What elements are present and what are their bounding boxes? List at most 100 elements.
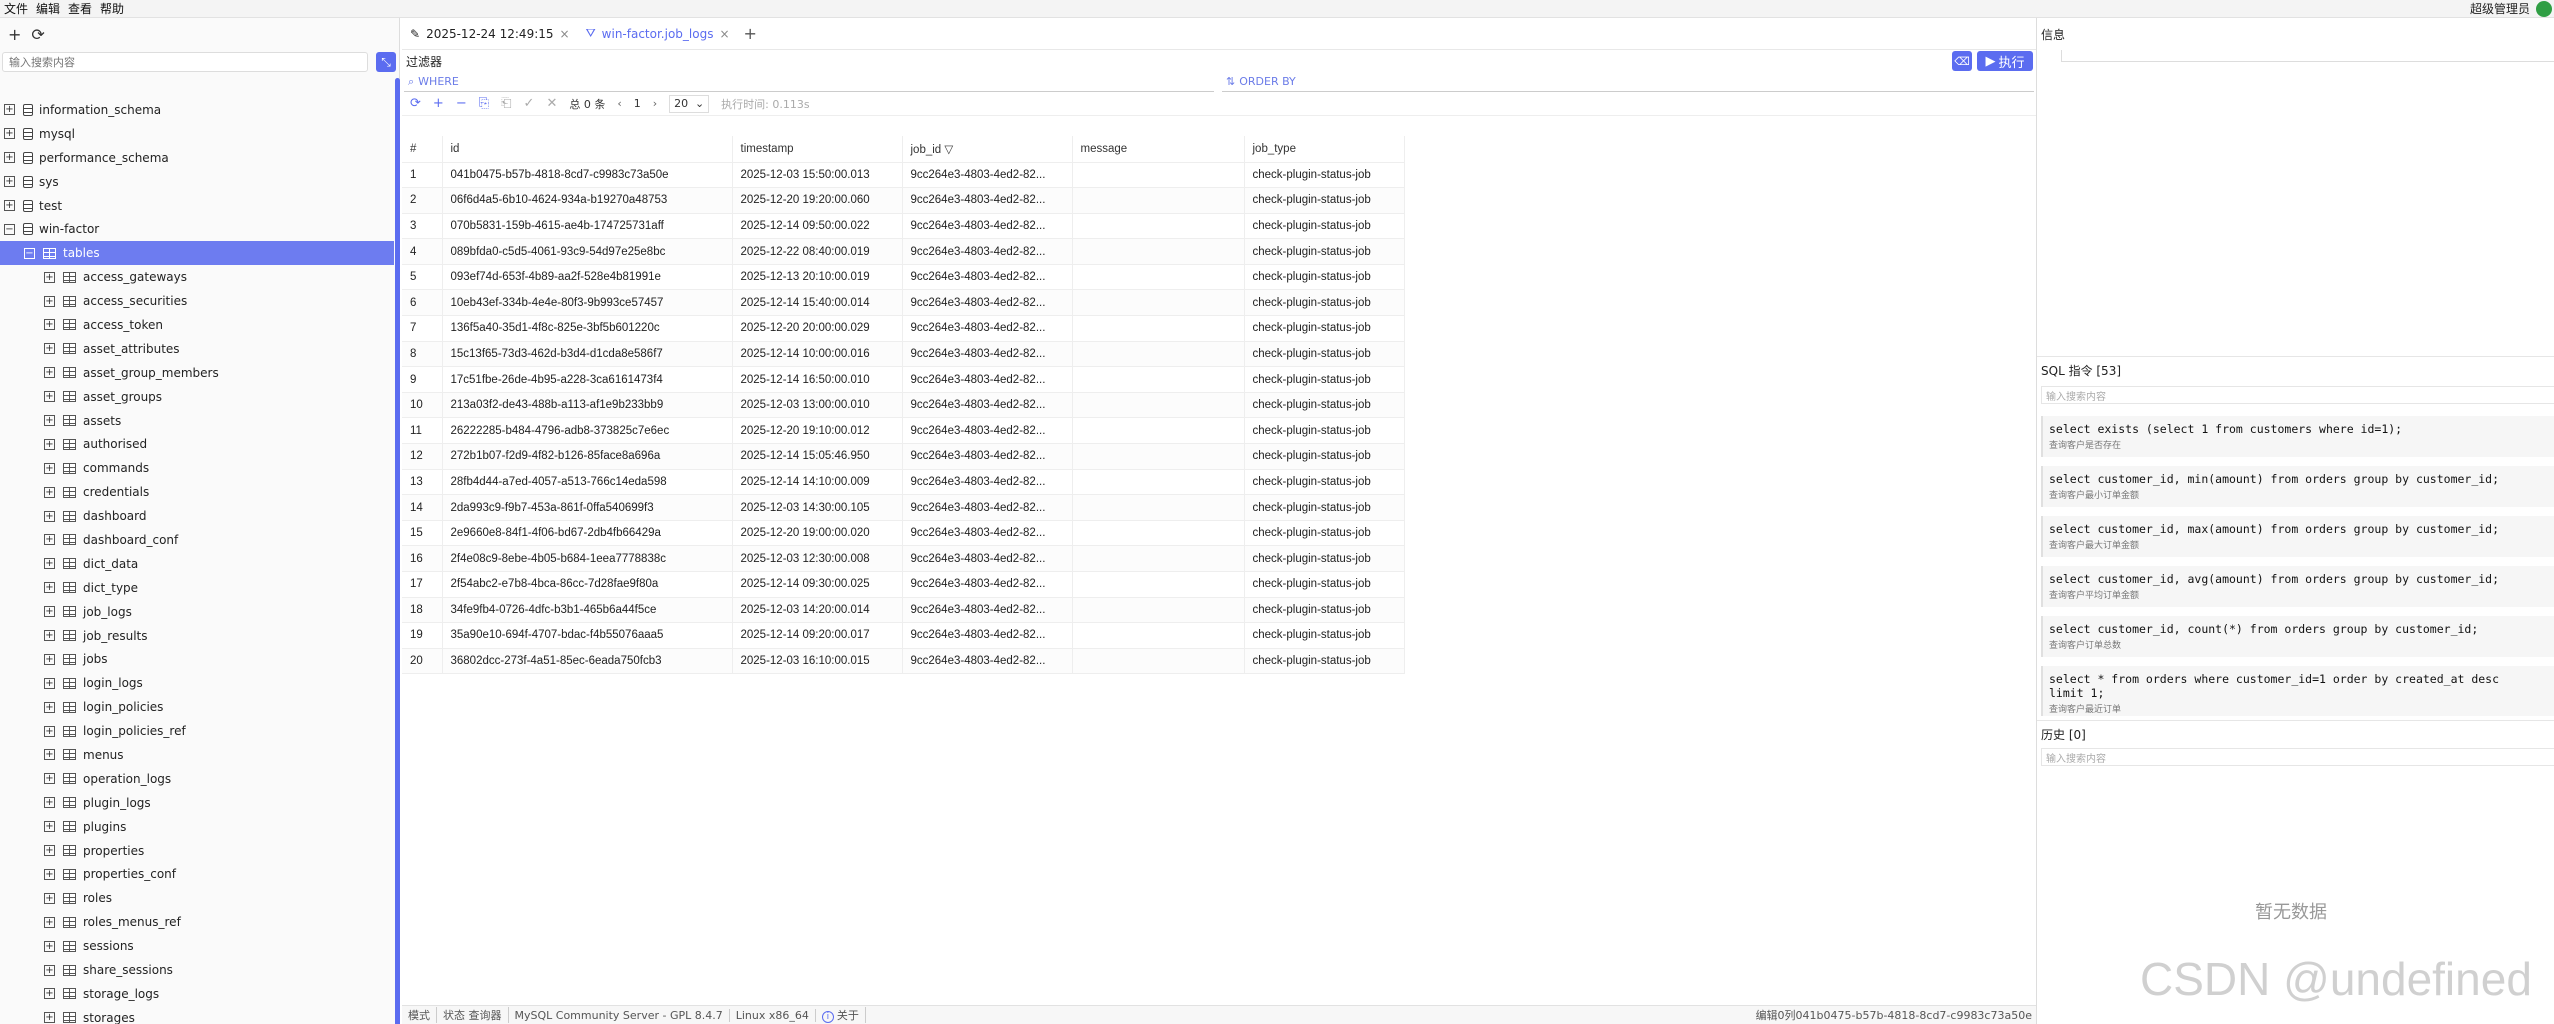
tree-scrollbar[interactable] xyxy=(395,78,400,1024)
delete-row-icon[interactable]: − xyxy=(456,96,467,111)
table-row[interactable]: 3 070b5831-159b-4615-ae4b-174725731aff 202… xyxy=(402,213,1405,240)
expand-icon[interactable]: + xyxy=(4,200,15,211)
expand-icon[interactable]: + xyxy=(44,438,55,450)
table-cell[interactable]: 2025-12-03 16:10:00.015 xyxy=(732,648,903,675)
expand-icon[interactable]: + xyxy=(44,773,55,785)
tree-node[interactable]: + job_logs xyxy=(0,600,394,624)
tree-node[interactable]: + dashboard xyxy=(0,504,394,528)
table-cell[interactable]: 9cc264e3-4803-4ed2-82... xyxy=(902,520,1073,547)
add-icon[interactable]: + xyxy=(8,25,21,44)
table-cell[interactable]: 2025-12-14 10:00:00.016 xyxy=(732,341,903,368)
table-cell[interactable]: 9 xyxy=(402,366,443,393)
expand-icon[interactable]: + xyxy=(44,462,55,474)
expand-icon[interactable]: + xyxy=(44,701,55,713)
table-cell[interactable]: 9cc264e3-4803-4ed2-82... xyxy=(902,469,1073,496)
table-cell[interactable]: 35a90e10-694f-4707-bdac-f4b55076aaa5 xyxy=(442,622,733,649)
tree-node[interactable]: + dict_data xyxy=(0,552,394,576)
table-cell[interactable]: check-plugin-status-job xyxy=(1244,162,1405,189)
table-cell[interactable]: 10 xyxy=(402,392,443,419)
table-row[interactable]: 16 2f4e08c9-8ebe-4b05-b684-1eea7778838c 20… xyxy=(402,545,1405,572)
tree-node[interactable]: + assets xyxy=(0,409,394,433)
user-name[interactable]: 超级管理员 xyxy=(2470,0,2530,17)
paste-icon[interactable]: ⎗ xyxy=(501,96,511,111)
table-cell[interactable] xyxy=(1072,238,1245,265)
table-cell[interactable]: check-plugin-status-job xyxy=(1244,622,1405,649)
expand-icon[interactable]: + xyxy=(44,797,55,809)
table-cell[interactable]: 2025-12-14 09:50:00.022 xyxy=(732,213,903,240)
status-mode[interactable]: 模式 xyxy=(402,1007,437,1023)
table-cell[interactable]: check-plugin-status-job xyxy=(1244,264,1405,291)
expand-icon[interactable]: + xyxy=(44,725,55,737)
table-cell[interactable]: 9cc264e3-4803-4ed2-82... xyxy=(902,315,1073,342)
tree-node[interactable]: + login_policies_ref xyxy=(0,719,394,743)
table-cell[interactable] xyxy=(1072,315,1245,342)
tree-node[interactable]: + login_policies xyxy=(0,695,394,719)
collapse-icon[interactable]: − xyxy=(4,223,15,235)
column-header[interactable]: # xyxy=(402,136,443,163)
column-header[interactable]: job_type xyxy=(1244,136,1405,163)
expand-icon[interactable]: + xyxy=(44,534,55,546)
table-cell[interactable]: 36802dcc-273f-4a51-85ec-6eada750fcb3 xyxy=(442,648,733,675)
menu-view[interactable]: 查看 xyxy=(64,0,96,17)
tree-node[interactable]: + access_token xyxy=(0,313,394,337)
table-cell[interactable]: check-plugin-status-job xyxy=(1244,238,1405,265)
menu-file[interactable]: 文件 xyxy=(0,0,32,17)
cancel-icon[interactable]: ✕ xyxy=(546,96,557,111)
table-cell[interactable] xyxy=(1072,417,1245,445)
table-cell[interactable] xyxy=(1072,571,1245,598)
table-cell[interactable]: 11 xyxy=(402,417,443,445)
table-cell[interactable] xyxy=(1072,443,1245,470)
tree-node[interactable]: + sys xyxy=(0,170,394,194)
tree-node[interactable]: + job_results xyxy=(0,624,394,648)
tree-node[interactable]: + operation_logs xyxy=(0,767,394,791)
table-cell[interactable]: 2f4e08c9-8ebe-4b05-b684-1eea7778838c xyxy=(442,545,733,572)
table-row[interactable]: 6 10eb43ef-334b-4e4e-80f3-9b993ce57457 202… xyxy=(402,289,1405,317)
menu-edit[interactable]: 编辑 xyxy=(32,0,64,17)
table-cell[interactable]: 17 xyxy=(402,571,443,598)
expand-icon[interactable]: + xyxy=(4,176,15,188)
tree-node[interactable]: + plugin_logs xyxy=(0,791,394,815)
table-cell[interactable]: 2025-12-03 14:20:00.014 xyxy=(732,597,903,624)
table-cell[interactable] xyxy=(1072,622,1245,649)
table-row[interactable]: 19 35a90e10-694f-4707-bdac-f4b55076aaa5 20… xyxy=(402,622,1405,649)
collapse-icon[interactable]: − xyxy=(24,247,35,259)
sql-item[interactable]: select * from orders where customer_id=1… xyxy=(2041,666,2554,716)
table-cell[interactable]: check-plugin-status-job xyxy=(1244,187,1405,214)
expand-icon[interactable]: + xyxy=(44,486,55,498)
table-cell[interactable]: 070b5831-159b-4615-ae4b-174725731aff xyxy=(442,213,733,240)
status-about[interactable]: i 关于 xyxy=(816,1007,866,1023)
expand-icon[interactable]: + xyxy=(44,1012,55,1024)
table-cell[interactable]: 9cc264e3-4803-4ed2-82... xyxy=(902,289,1073,317)
page-size-select[interactable]: 20 ⌄ xyxy=(669,94,710,113)
expand-icon[interactable]: + xyxy=(44,892,55,904)
table-cell[interactable]: 9cc264e3-4803-4ed2-82... xyxy=(902,238,1073,265)
table-cell[interactable]: 5 xyxy=(402,264,443,291)
filter-icon[interactable]: ▽ xyxy=(944,144,953,156)
table-cell[interactable]: 2025-12-14 09:30:00.025 xyxy=(732,571,903,598)
table-cell[interactable]: 2025-12-20 19:20:00.060 xyxy=(732,187,903,214)
table-cell[interactable]: 13 xyxy=(402,469,443,496)
table-cell[interactable]: 10eb43ef-334b-4e4e-80f3-9b993ce57457 xyxy=(442,289,733,317)
column-header[interactable]: message xyxy=(1072,136,1245,163)
table-cell[interactable]: 2025-12-03 14:30:00.105 xyxy=(732,494,903,521)
expand-icon[interactable]: + xyxy=(44,295,55,307)
collapse-all-icon[interactable]: ⤡ xyxy=(376,52,396,72)
table-cell[interactable]: 4 xyxy=(402,238,443,265)
tree-node[interactable]: + storage_logs xyxy=(0,982,394,1006)
table-row[interactable]: 17 2f54abc2-e7b8-4bca-86cc-7d28fae9f80a 20… xyxy=(402,571,1405,598)
table-cell[interactable]: check-plugin-status-job xyxy=(1244,469,1405,496)
tab-query[interactable]: ✎ 2025-12-24 12:49:15 × xyxy=(402,18,578,50)
table-cell[interactable] xyxy=(1072,469,1245,496)
table-cell[interactable]: check-plugin-status-job xyxy=(1244,597,1405,624)
table-cell[interactable]: 34fe9fb4-0726-4dfc-b3b1-465b6a44f5ce xyxy=(442,597,733,624)
expand-icon[interactable]: + xyxy=(44,988,55,1000)
table-cell[interactable]: 9cc264e3-4803-4ed2-82... xyxy=(902,545,1073,572)
run-button[interactable]: ▶ 执行 xyxy=(1977,51,2033,71)
table-cell[interactable]: 2025-12-14 16:50:00.010 xyxy=(732,366,903,393)
table-cell[interactable]: 9cc264e3-4803-4ed2-82... xyxy=(902,648,1073,675)
table-cell[interactable] xyxy=(1072,597,1245,624)
table-cell[interactable]: check-plugin-status-job xyxy=(1244,289,1405,317)
table-cell[interactable]: 19 xyxy=(402,622,443,649)
table-cell[interactable]: 2f54abc2-e7b8-4bca-86cc-7d28fae9f80a xyxy=(442,571,733,598)
menu-help[interactable]: 帮助 xyxy=(96,0,128,17)
